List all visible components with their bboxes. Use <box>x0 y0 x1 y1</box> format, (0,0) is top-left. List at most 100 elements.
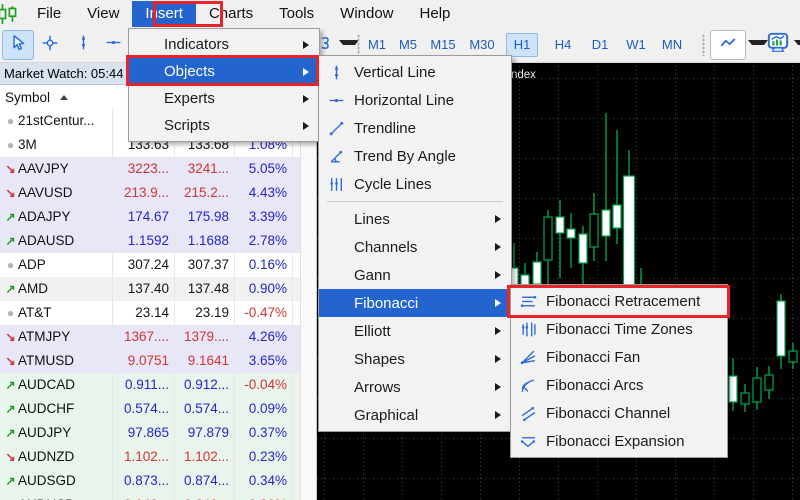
cursor-tool-button[interactable] <box>2 30 34 60</box>
menu-item-fibonacci-expansion[interactable]: Fibonacci Expansion <box>511 427 727 455</box>
market-watch-row-adajpy[interactable]: ↗ADAJPY174.67175.983.39% <box>0 205 300 229</box>
fibonacci-arcs-icon <box>511 377 546 394</box>
menu-item-label: Shapes <box>354 351 495 368</box>
fibonacci-channel-icon <box>511 405 546 422</box>
new-chart-button[interactable] <box>762 30 794 60</box>
menu-item-elliott[interactable]: Elliott <box>319 317 511 345</box>
timeframe-m15[interactable]: M15 <box>424 33 462 57</box>
change-value: 0.90% <box>235 277 293 301</box>
symbol-name: AUDCAD <box>18 373 75 397</box>
menubar-items: FileViewInsertChartsToolsWindowHelp <box>24 1 463 27</box>
symbol-name: ADAJPY <box>18 205 71 229</box>
menu-item-trend-by-angle[interactable]: Trend By Angle <box>319 142 511 170</box>
ask-value: 0.648... <box>175 493 235 500</box>
menu-separator <box>327 201 503 202</box>
menu-item-indicators[interactable]: Indicators <box>129 31 319 58</box>
bid-value: 0.648... <box>113 493 175 500</box>
timeframe-h4[interactable]: H4 <box>548 33 578 57</box>
menu-item-cycle-lines[interactable]: Cycle Lines <box>319 170 511 198</box>
timeframe-m5[interactable]: M5 <box>393 33 423 57</box>
timeframe-m1[interactable]: M1 <box>362 33 392 57</box>
menu-item-graphical[interactable]: Graphical <box>319 401 511 429</box>
menubar-item-charts[interactable]: Charts <box>196 1 266 27</box>
trend-down-icon: ↘ <box>3 445 18 469</box>
menubar-item-tools[interactable]: Tools <box>266 1 327 27</box>
menu-item-horizontal-line[interactable]: Horizontal Line <box>319 86 511 114</box>
symbol-name: AT&T <box>18 301 52 325</box>
objects-submenu: Vertical Line Horizontal Line Trendline Tre… <box>318 55 512 432</box>
bid-value: 0.574... <box>113 397 175 421</box>
menu-item-gann[interactable]: Gann <box>319 261 511 289</box>
market-watch-row-aavusd[interactable]: ↘AAVUSD213.9...215.2...4.43% <box>0 181 300 205</box>
timeframe-mn[interactable]: MN <box>655 33 689 57</box>
fibonacci-expansion-icon <box>511 433 546 450</box>
menu-item-scripts[interactable]: Scripts <box>129 112 319 139</box>
market-watch-row-audsgd[interactable]: ↗AUDSGD0.873...0.874...0.34% <box>0 469 300 493</box>
line-chart-type-button[interactable] <box>710 30 746 60</box>
change-value: 4.43% <box>235 181 293 205</box>
ask-value: 137.48 <box>175 277 235 301</box>
menubar-item-window[interactable]: Window <box>327 1 406 27</box>
trend-down-icon: ↘ <box>3 493 18 500</box>
market-watch-row-atmusd[interactable]: ↘ATMUSD9.07519.16413.65% <box>0 349 300 373</box>
menubar-item-file[interactable]: File <box>24 1 74 27</box>
symbol-name: AUDSGD <box>18 469 76 493</box>
menubar-item-insert[interactable]: Insert <box>132 1 196 27</box>
horizontal-line-tool-button[interactable] <box>98 30 128 60</box>
change-value: 4.26% <box>235 325 293 349</box>
market-watch-row-amd[interactable]: ↗AMD137.40137.480.90% <box>0 277 300 301</box>
cursor-icon <box>9 34 27 57</box>
timeframe-d1[interactable]: D1 <box>585 33 615 57</box>
menu-item-fibonacci-channel[interactable]: Fibonacci Channel <box>511 399 727 427</box>
menu-item-vertical-line[interactable]: Vertical Line <box>319 58 511 86</box>
menu-item-shapes[interactable]: Shapes <box>319 345 511 373</box>
market-watch-row-audnzd[interactable]: ↘AUDNZD1.102...1.102...0.23% <box>0 445 300 469</box>
market-watch-row-at-t[interactable]: ●AT&T23.1423.19-0.47% <box>0 301 300 325</box>
menu-item-experts[interactable]: Experts <box>129 85 319 112</box>
menu-item-channels[interactable]: Channels <box>319 233 511 261</box>
fibonacci-fan-icon <box>511 349 546 366</box>
menu-item-fibonacci-arcs[interactable]: Fibonacci Arcs <box>511 371 727 399</box>
submenu-arrow-icon <box>495 299 501 307</box>
ask-value: 1.1688 <box>175 229 235 253</box>
crosshair-tool-button[interactable] <box>34 30 66 60</box>
menu-item-label: Vertical Line <box>354 64 495 81</box>
dropdown-caret-icon[interactable] <box>339 40 359 55</box>
timeframe-w1[interactable]: W1 <box>620 33 652 57</box>
menu-item-label: Fibonacci Time Zones <box>546 321 711 338</box>
ask-value: 307.37 <box>175 253 235 277</box>
menu-item-fibonacci-fan[interactable]: Fibonacci Fan <box>511 343 727 371</box>
menu-item-trendline[interactable]: Trendline <box>319 114 511 142</box>
menu-item-lines[interactable]: Lines <box>319 205 511 233</box>
market-watch-row-audcad[interactable]: ↗AUDCAD0.911...0.912...-0.04% <box>0 373 300 397</box>
dropdown-caret-icon[interactable] <box>794 40 800 55</box>
market-watch-row-audchf[interactable]: ↗AUDCHF0.574...0.574...0.09% <box>0 397 300 421</box>
bid-value: 0.873... <box>113 469 175 493</box>
menu-item-objects[interactable]: Objects <box>129 58 319 85</box>
vertical-line-tool-button[interactable] <box>68 30 98 60</box>
trendline-icon <box>319 120 354 137</box>
line-chart-icon <box>718 34 738 57</box>
symbol-name: ATMJPY <box>18 325 70 349</box>
menu-item-label: Graphical <box>354 407 495 424</box>
menu-item-arrows[interactable]: Arrows <box>319 373 511 401</box>
menubar-item-view[interactable]: View <box>74 1 132 27</box>
menu-item-label: Cycle Lines <box>354 176 495 193</box>
market-watch-row-audjpy[interactable]: ↗AUDJPY97.86597.8790.37% <box>0 421 300 445</box>
market-watch-row-adausd[interactable]: ↗ADAUSD1.15921.16882.78% <box>0 229 300 253</box>
menu-item-label: Fibonacci Fan <box>546 349 711 366</box>
menu-item-fibonacci[interactable]: Fibonacci <box>319 289 511 317</box>
menu-item-label: Experts <box>164 90 303 107</box>
market-watch-row-audusd[interactable]: ↘AUDUSD0.648...0.648...0.29% <box>0 493 300 500</box>
market-watch-row-aavjpy[interactable]: ↘AAVJPY3223...3241...5.05% <box>0 157 300 181</box>
menubar-item-help[interactable]: Help <box>407 1 464 27</box>
market-watch-row-atmjpy[interactable]: ↘ATMJPY1367....1379....4.26% <box>0 325 300 349</box>
menu-item-fibonacci-time-zones[interactable]: Fibonacci Time Zones <box>511 315 727 343</box>
timeframe-h1[interactable]: H1 <box>506 33 538 57</box>
insert-menu: IndicatorsObjects Experts Scripts <box>128 28 320 142</box>
menu-item-label: Trendline <box>354 120 495 137</box>
market-watch-row-adp[interactable]: ●ADP307.24307.370.16% <box>0 253 300 277</box>
menu-item-fibonacci-retracement[interactable]: Fibonacci Retracement <box>511 287 727 315</box>
timeframe-m30[interactable]: M30 <box>463 33 501 57</box>
change-value: 3.65% <box>235 349 293 373</box>
